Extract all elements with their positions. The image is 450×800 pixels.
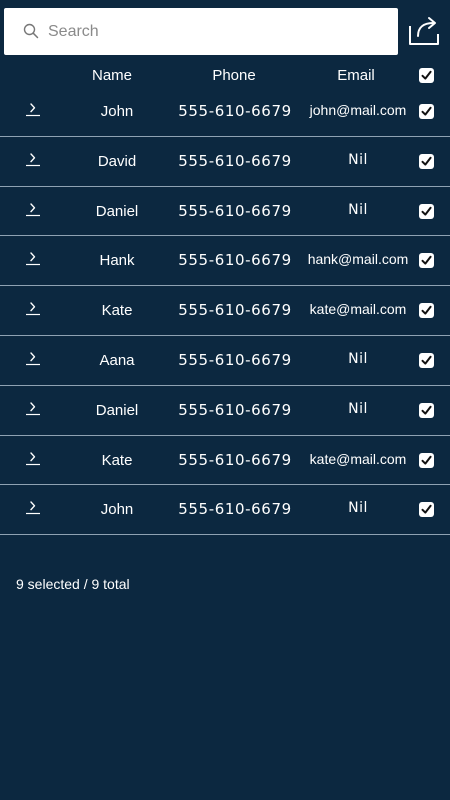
table-header: Name Phone Email	[0, 60, 450, 90]
table-row[interactable]: Daniel 555-610-6679 Nil	[0, 386, 450, 436]
contact-phone: 555-610-6679	[178, 400, 292, 419]
chevron-right-icon	[26, 501, 40, 515]
table-row[interactable]: Hank 555-610-6679 hank@mail.com	[0, 236, 450, 287]
row-checkbox[interactable]	[419, 153, 434, 169]
expand-row-button[interactable]	[25, 350, 41, 366]
chevron-right-icon	[26, 402, 40, 415]
search-icon	[23, 23, 39, 39]
contact-phone: 555-610-6679	[178, 201, 292, 220]
contact-phone: 555-610-6679	[178, 102, 292, 120]
chevron-right-icon	[26, 352, 40, 366]
contact-phone: 555-610-6679	[178, 450, 292, 469]
chevron-right-icon	[26, 103, 40, 117]
table-row[interactable]: Aana 555-610-6679 Nil	[0, 336, 450, 386]
table-row[interactable]: John 555-610-6679 john@mail.com	[0, 87, 450, 137]
contact-email: Nil	[348, 201, 368, 218]
chevron-right-icon	[26, 451, 40, 465]
contact-name: John	[100, 501, 134, 519]
contact-name: David	[97, 152, 137, 170]
expand-row-button[interactable]	[25, 499, 41, 515]
contact-list: John 555-610-6679 john@mail.com David 55…	[0, 87, 450, 536]
share-icon	[406, 17, 442, 52]
checkbox-checked-icon	[421, 206, 432, 216]
table-row[interactable]: Daniel 555-610-6679 Nil	[0, 187, 450, 237]
contact-email: john@mail.com	[309, 102, 407, 118]
checkbox-checked-icon	[421, 505, 432, 514]
chevron-right-icon	[26, 153, 40, 166]
row-checkbox[interactable]	[419, 402, 434, 418]
contact-name: Kate	[101, 302, 133, 320]
checkbox-checked-icon	[421, 256, 432, 265]
select-all-checkbox[interactable]	[419, 68, 434, 83]
contact-phone: 555-610-6679	[178, 251, 292, 270]
expand-row-button[interactable]	[25, 300, 41, 316]
row-checkbox[interactable]	[419, 253, 434, 269]
chevron-right-icon	[26, 202, 40, 216]
expand-row-button[interactable]	[25, 151, 41, 167]
row-checkbox[interactable]	[419, 502, 434, 518]
column-header-email[interactable]: Email	[316, 67, 396, 84]
expand-row-button[interactable]	[25, 450, 41, 466]
expand-row-button[interactable]	[25, 201, 41, 217]
table-row[interactable]: David 555-610-6679 Nil	[0, 137, 450, 187]
contact-email: Nil	[348, 350, 368, 367]
row-checkbox[interactable]	[419, 104, 434, 119]
contact-phone: 555-610-6679	[178, 500, 292, 519]
checkbox-checked-icon	[421, 355, 432, 365]
checkbox-checked-icon	[421, 305, 432, 315]
contact-name: Aana	[99, 351, 135, 369]
row-checkbox[interactable]	[419, 303, 434, 319]
row-checkbox[interactable]	[419, 203, 434, 219]
contact-name: Kate	[101, 451, 133, 469]
table-row[interactable]: Kate 555-610-6679 kate@mail.com	[0, 436, 450, 486]
checkbox-checked-icon	[421, 405, 432, 415]
column-header-name[interactable]: Name	[72, 67, 152, 84]
search-box[interactable]	[4, 8, 398, 55]
contact-name: Daniel	[95, 401, 139, 419]
contact-phone: 555-610-6679	[178, 301, 292, 320]
contact-phone: 555-610-6679	[178, 350, 292, 369]
contact-name: John	[100, 103, 134, 120]
contact-phone: 555-610-6679	[178, 151, 292, 170]
checkbox-checked-icon	[421, 156, 432, 166]
checkbox-checked-icon	[421, 70, 432, 80]
chevron-right-icon	[26, 252, 40, 266]
expand-row-button[interactable]	[25, 400, 41, 416]
expand-row-button[interactable]	[25, 101, 41, 117]
table-row[interactable]: John 555-610-6679 Nil	[0, 485, 450, 536]
contact-name: Daniel	[95, 202, 139, 220]
checkbox-checked-icon	[421, 455, 432, 465]
contact-email: hank@mail.com	[307, 251, 409, 268]
share-button[interactable]	[406, 14, 442, 48]
row-checkbox[interactable]	[419, 452, 434, 468]
contact-email: Nil	[348, 151, 368, 168]
contact-email: kate@mail.com	[309, 450, 407, 467]
selection-status: 9 selected / 9 total	[16, 576, 130, 592]
row-checkbox[interactable]	[419, 352, 434, 368]
table-row[interactable]: Kate 555-610-6679 kate@mail.com	[0, 286, 450, 336]
contact-email: Nil	[348, 400, 368, 417]
search-input[interactable]	[48, 8, 388, 55]
contact-email: Nil	[348, 500, 368, 517]
contact-email: kate@mail.com	[309, 301, 407, 318]
column-header-phone[interactable]: Phone	[184, 67, 284, 84]
checkbox-checked-icon	[421, 106, 432, 116]
expand-row-button[interactable]	[25, 250, 41, 266]
contact-name: Hank	[99, 252, 135, 270]
chevron-right-icon	[26, 302, 40, 316]
